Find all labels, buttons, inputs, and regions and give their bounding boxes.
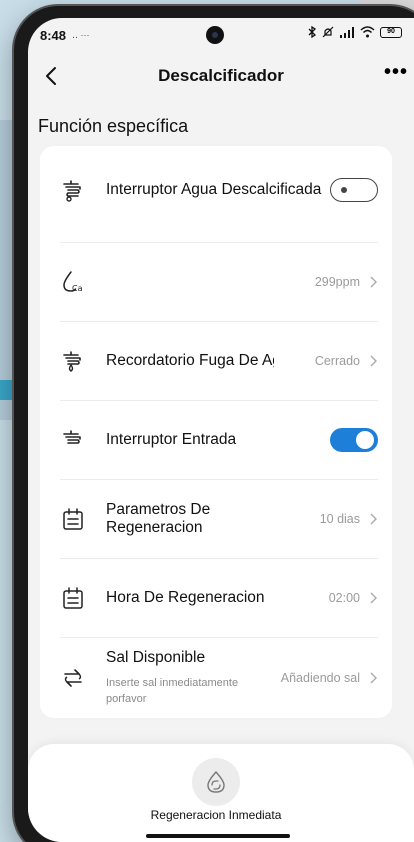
inlet-toggle[interactable] [330, 428, 378, 452]
row-label: Sal Disponible [106, 649, 206, 666]
faucet-inlet-icon [63, 430, 81, 444]
calendar-icon [63, 508, 83, 530]
row-main: Sal Disponible Inserte sal inmediatament… [106, 649, 281, 707]
chevron-right-icon [370, 513, 377, 525]
settings-card: Interruptor Agua Descalcificada Ca 299pp… [40, 146, 392, 718]
chevron-right-icon [370, 355, 377, 367]
row-value: 02:00 [328, 591, 360, 605]
row-value: Cerrado [314, 354, 360, 368]
row-label: Interruptor Agua Descalcificada [106, 181, 322, 198]
row-label: Recordatorio Fuga De Agua [106, 352, 274, 369]
row-label: Hora De Regeneracion [106, 589, 265, 606]
back-button[interactable] [38, 62, 66, 90]
svg-text:Ca: Ca [72, 284, 83, 293]
row-label: Interruptor Entrada [106, 431, 237, 448]
row-hardness[interactable]: Ca 299ppm [40, 243, 392, 321]
battery-indicator: 90 [380, 26, 402, 38]
status-notifications: ‥ ··· [72, 29, 90, 40]
status-time: 8:48 [40, 27, 67, 43]
navigation-bar: Descalcificador ••• [28, 56, 414, 96]
page-title: Descalcificador [158, 66, 284, 85]
bottom-panel: Regeneracion Inmediata [28, 744, 414, 842]
row-main: Parametros De Regeneracion [106, 501, 320, 537]
row-main: Hora De Regeneracion [106, 589, 329, 607]
front-camera [206, 26, 224, 44]
wifi-icon [360, 26, 375, 38]
row-softened-water-switch: Interruptor Agua Descalcificada [40, 156, 392, 224]
regenerate-now-button[interactable] [192, 758, 240, 806]
row-main: Recordatorio Fuga De Agua [106, 352, 315, 370]
status-icons: 90 [307, 26, 402, 38]
bluetooth-icon [308, 26, 317, 38]
row-salt-available[interactable]: Sal Disponible Inserte sal inmediatament… [40, 638, 392, 718]
faucet-leak-icon [63, 351, 81, 372]
row-inlet-switch: Interruptor Entrada [40, 401, 392, 479]
section-title: Función específica [38, 116, 189, 136]
row-regeneration-time[interactable]: Hora De Regeneracion 02:00 [40, 559, 392, 637]
signal-icon [340, 27, 354, 38]
row-value: 10 dias [319, 512, 360, 526]
chevron-right-icon [370, 276, 377, 288]
row-main: Interruptor Entrada [106, 431, 330, 449]
row-value: 299ppm [314, 275, 360, 289]
row-value: Añadiendo sal [280, 671, 360, 685]
row-leak-reminder[interactable]: Recordatorio Fuga De Agua Cerrado [40, 322, 392, 400]
row-subtitle: Inserte sal inmediatamente porfavor [106, 677, 239, 705]
regenerate-now-label: Regeneracion Inmediata [150, 808, 282, 822]
faucet-softened-icon [63, 180, 81, 202]
salt-cycle-icon [64, 669, 82, 687]
chevron-right-icon [370, 592, 377, 604]
app-screen: 8:48 ‥ ··· 90 Descalcificador ••• Funció… [28, 18, 414, 842]
chevron-right-icon [370, 672, 377, 684]
mute-icon [322, 26, 334, 38]
home-indicator[interactable] [146, 834, 290, 838]
softened-water-toggle[interactable] [330, 178, 378, 202]
calcium-drop-icon: Ca [63, 271, 83, 293]
calendar-icon [63, 587, 83, 609]
row-label: Parametros De Regeneracion [106, 501, 211, 536]
row-regeneration-params[interactable]: Parametros De Regeneracion 10 dias [40, 480, 392, 558]
row-main: Interruptor Agua Descalcificada [106, 181, 330, 199]
regenerate-drop-icon [207, 770, 225, 793]
more-options-button[interactable]: ••• [382, 62, 410, 90]
